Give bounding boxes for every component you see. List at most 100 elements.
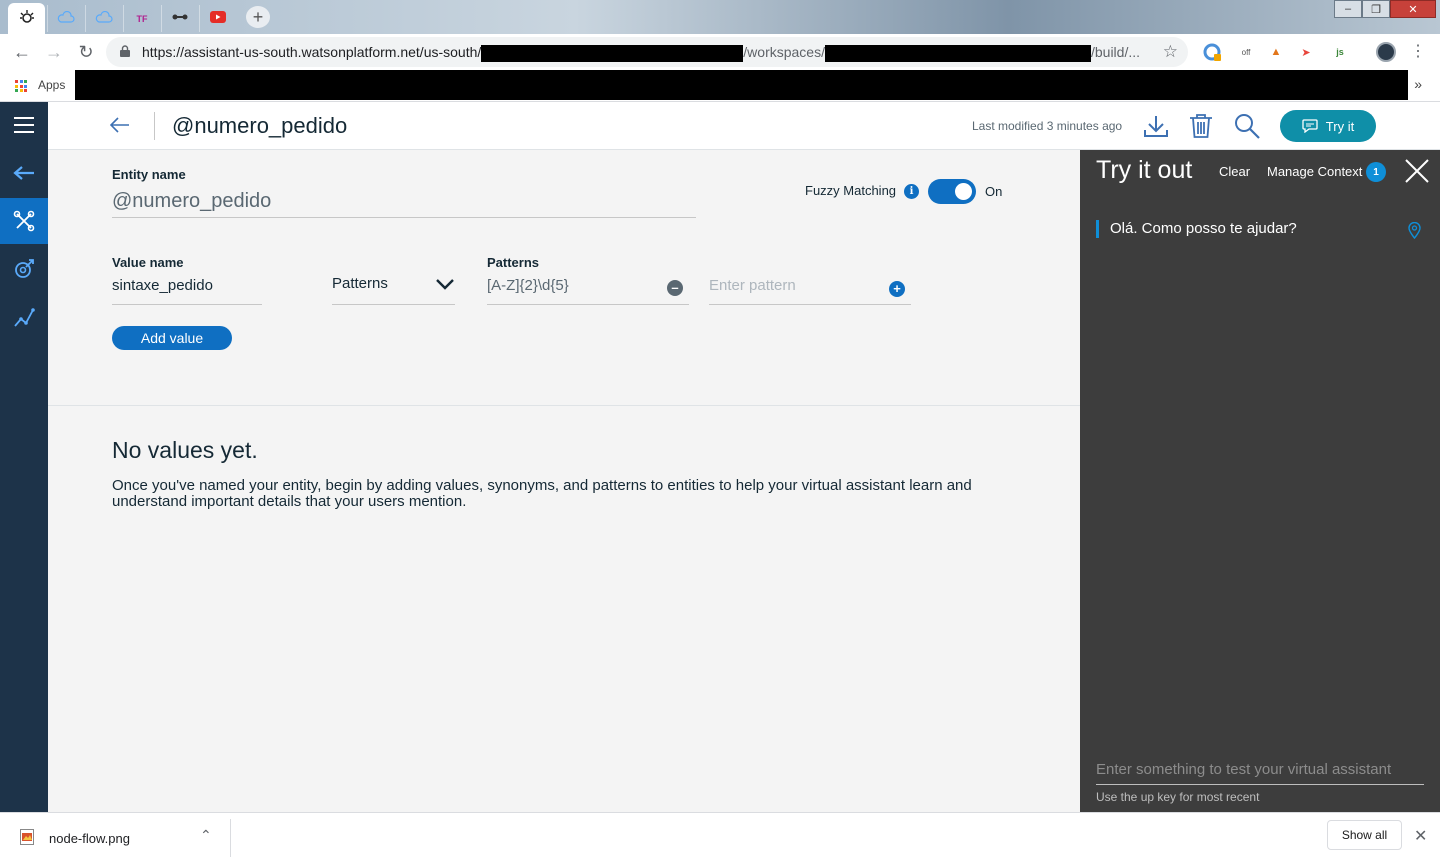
url-text: https://assistant-us-south.watsonplatfor… [142,44,1140,62]
entity-name-label: Entity name [112,167,186,182]
back-arrow-icon[interactable] [109,116,130,139]
add-value-button[interactable]: Add value [112,326,232,350]
try-input-hint: Use the up key for most recent [1096,790,1260,804]
try-message-input[interactable]: Enter something to test your virtual ass… [1096,761,1424,785]
apps-grid-icon[interactable] [15,80,27,92]
hamburger-menu-icon[interactable] [0,102,48,148]
apps-link[interactable]: Apps [38,78,65,92]
header-divider [154,112,155,140]
last-modified-text: Last modified 3 minutes ago [972,119,1123,133]
entity-form: Entity name @numero_pedido Fuzzy Matchin… [48,150,1080,406]
tf-icon: TF [136,13,148,24]
value-name-label: Value name [112,255,184,270]
tab-tf[interactable]: TF [123,5,160,32]
redacted-block [824,44,1091,62]
download-bar: node-flow.png ⌃ Show all ✕ [0,812,1440,860]
node-icon [171,11,189,26]
chevron-down-icon [436,279,454,290]
extension-arrow-icon[interactable]: ➤ [1296,42,1316,62]
value-name-input[interactable]: sintaxe_pedido [112,277,262,305]
address-bar[interactable]: https://assistant-us-south.watsonplatfor… [106,37,1188,67]
value-type-select[interactable]: Patterns [332,273,455,305]
redacted-bookmarks [75,70,1408,100]
browser-tab-strip: TF + – ❐ ✕ [0,0,1440,34]
patterns-label: Patterns [487,255,540,270]
remove-pattern-icon[interactable]: – [667,280,683,296]
value-type-selected: Patterns [332,275,388,292]
extension-chrome-icon[interactable] [1202,42,1222,62]
lock-icon [120,45,130,57]
nav-analytics-icon[interactable] [0,294,48,340]
url-mid: /workspaces/ [743,44,825,60]
redacted-block [481,44,744,62]
pattern-input[interactable]: [A-Z]{2}\d{5} [487,277,689,305]
cloud-icon [95,10,113,26]
watson-icon [19,9,35,28]
image-file-icon [20,829,34,845]
try-it-button[interactable]: Try it [1280,110,1376,142]
close-download-bar-icon[interactable]: ✕ [1414,826,1427,846]
more-bookmarks-icon[interactable]: » [1414,76,1422,92]
tab-youtube[interactable] [199,5,236,32]
empty-state-title: No values yet. [112,437,258,463]
nav-intents-entities-icon[interactable] [0,198,48,244]
context-count-badge: 1 [1366,162,1386,182]
delete-icon[interactable] [1188,113,1214,139]
close-icon[interactable] [1404,158,1430,184]
download-icon[interactable] [1143,113,1169,139]
restore-button[interactable]: ❐ [1362,0,1390,18]
try-it-label: Try it [1325,118,1355,134]
fuzzy-matching-label: Fuzzy Matching [805,183,897,198]
clear-button[interactable]: Clear [1219,164,1250,179]
location-pin-icon[interactable] [1408,222,1421,239]
forward-icon[interactable]: → [42,40,66,64]
add-pattern-icon[interactable]: + [889,281,905,297]
extension-off-icon[interactable]: off [1236,42,1256,62]
window-controls: – ❐ ✕ [1334,0,1436,18]
toggle-knob [955,183,972,200]
download-divider [230,819,231,857]
tab-watson[interactable] [8,3,45,34]
entity-editor: Entity name @numero_pedido Fuzzy Matchin… [48,150,1080,812]
try-panel-title: Try it out [1096,156,1193,184]
chat-bubble-icon [1302,119,1318,133]
url-end: /build/... [1090,44,1141,60]
fuzzy-matching-toggle[interactable] [928,179,976,204]
tab-cloud-2[interactable] [85,5,122,32]
manage-context-button[interactable]: Manage Context [1267,164,1362,179]
new-tab-button[interactable]: + [246,6,270,28]
url-prefix: https://assistant-us-south.watsonplatfor… [142,44,482,60]
info-icon[interactable]: i [904,184,919,199]
download-options-icon[interactable]: ⌃ [200,827,212,844]
pattern-value: [A-Z]{2}\d{5} [487,277,569,294]
browser-menu-icon[interactable]: ⋮ [1410,41,1426,61]
metamask-fox-icon[interactable]: ▲ [1266,42,1286,62]
entity-name-input[interactable]: @numero_pedido [112,190,696,218]
back-icon[interactable]: ← [10,40,34,64]
bookmark-star-icon[interactable]: ☆ [1163,42,1178,62]
nav-improve-icon[interactable] [0,246,48,292]
extension-js-icon[interactable]: js [1330,42,1350,62]
assistant-message: Olá. Como posso te ajudar? [1096,220,1297,238]
fuzzy-state-label: On [985,184,1003,199]
page-title: @numero_pedido [172,113,348,138]
left-nav [0,102,48,812]
app-header: @numero_pedido Last modified 3 minutes a… [48,102,1440,150]
browser-toolbar: ← → ↻ https://assistant-us-south.watsonp… [0,34,1440,70]
cloud-icon [57,10,75,26]
minimize-button[interactable]: – [1334,0,1362,18]
reload-icon[interactable]: ↻ [74,40,98,64]
download-file-name[interactable]: node-flow.png [49,831,130,846]
tab-cloud-1[interactable] [47,5,84,32]
nav-back-icon[interactable] [0,150,48,196]
show-all-button[interactable]: Show all [1327,820,1402,850]
empty-state-description: Once you've named your entity, begin by … [112,477,972,510]
tab-node[interactable] [161,5,198,32]
search-icon[interactable] [1234,113,1260,139]
new-pattern-input[interactable]: Enter pattern [709,277,911,305]
close-window-button[interactable]: ✕ [1390,0,1436,18]
bookmarks-bar: Apps » [0,70,1440,102]
try-it-out-panel: Try it out Clear Manage Context 1 Olá. C… [1080,150,1440,812]
profile-avatar[interactable] [1376,42,1396,62]
youtube-icon [210,11,226,26]
